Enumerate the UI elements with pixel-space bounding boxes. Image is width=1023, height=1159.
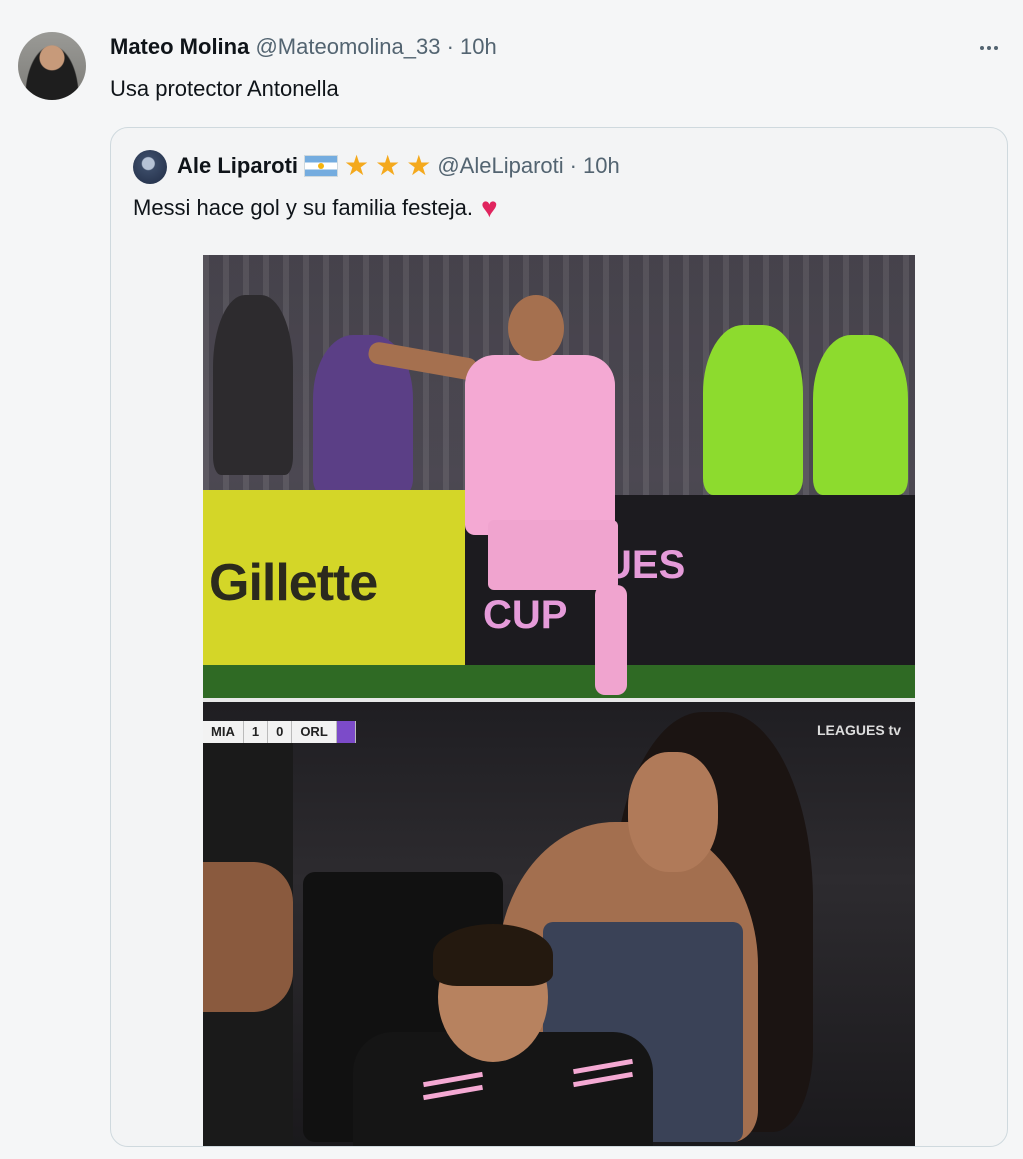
steward [813,335,908,495]
star-icon: ★ [406,150,432,181]
author-handle[interactable]: @Mateomolina_33 [255,34,440,59]
ad-text-cup: CUP [483,593,568,637]
quoted-text-content: Messi hace gol y su familia festeja. [133,195,473,220]
goal-celebration-photo: Gillette AGUES CUP [203,255,915,698]
woman-face [628,752,718,872]
star-icon: ★ [375,150,401,181]
argentina-flag-icon [304,155,339,177]
family-celebration-photo: MIA 1 0 ORL LEAGUES tv [203,702,915,1146]
quoted-text: Messi hace gol y su familia festeja. ♥ [133,194,498,222]
person-left-arm [203,862,293,1012]
tweet-text: Usa protector Antonella [110,76,339,101]
scorebug-away-team: ORL [292,721,337,743]
avatar[interactable] [18,32,86,100]
scorebug-home-score: 1 [243,721,269,743]
timestamp[interactable]: 10h [460,34,497,59]
pitch-grass [203,665,915,698]
more-options-icon[interactable] [975,36,1003,60]
quoted-header: Ale Liparoti ★ ★ ★ @AleLiparoti · 10h [177,152,620,180]
quoted-timestamp[interactable]: 10h [583,153,620,179]
fan [213,295,293,475]
quoted-avatar[interactable] [133,150,167,184]
broadcast-logo: LEAGUES tv [816,722,901,738]
quoted-author-name[interactable]: Ale Liparoti [177,153,298,179]
scorebug-away-score: 0 [268,721,293,743]
scorebug: MIA 1 0 ORL [203,721,356,743]
steward [703,325,803,495]
player-head [508,295,564,361]
tweet-header: Mateo Molina @Mateomolina_33 · 10h [110,34,497,60]
tweet: Mateo Molina @Mateomolina_33 · 10h Usa p… [0,0,1023,1159]
red-heart-icon: ♥ [480,192,498,223]
quoted-tweet[interactable]: Ale Liparoti ★ ★ ★ @AleLiparoti · 10h Me… [110,127,1008,1147]
separator: · [569,153,577,178]
scorebug-home-team: MIA [203,721,244,743]
ad-text-gillette: Gillette [209,554,378,612]
scorebug-accent [336,721,356,743]
boy-hair [433,924,553,986]
separator: · [446,34,454,59]
author-name[interactable]: Mateo Molina [110,34,249,59]
quoted-author-handle[interactable]: @AleLiparoti [437,153,563,179]
star-icon: ★ [344,150,370,181]
player-leg [595,585,627,695]
media-image[interactable]: Gillette AGUES CUP [203,255,915,1146]
player-jersey [465,355,615,535]
player-shorts [488,520,618,590]
